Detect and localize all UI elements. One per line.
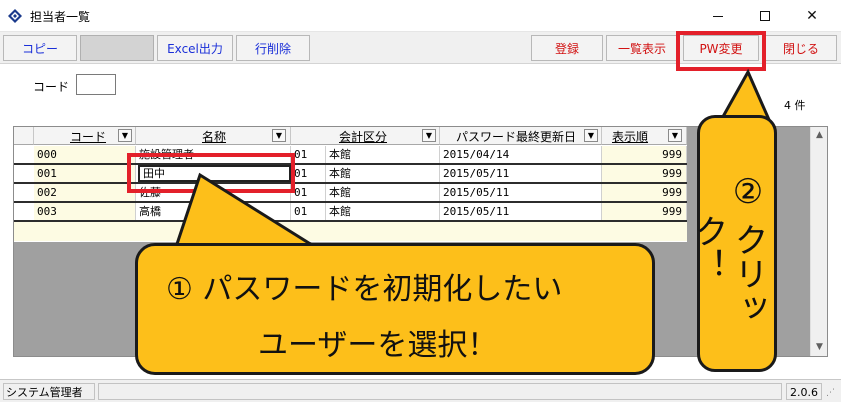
code-label: コード — [33, 80, 70, 94]
cell-kbn-name[interactable]: 本館 — [326, 203, 440, 220]
cell-kbn-code[interactable]: 01 — [291, 165, 326, 182]
cell-name[interactable]: 高橋 — [136, 203, 291, 220]
cell-code[interactable]: 001 — [34, 165, 136, 182]
close-window-button[interactable]: ✕ — [789, 0, 835, 32]
minimize-icon — [713, 15, 723, 17]
resize-grip-icon[interactable]: ⋰ — [826, 388, 838, 400]
register-button[interactable]: 登録 — [531, 35, 603, 61]
row-highlight — [127, 153, 295, 193]
callout-step2: ② クリック！ — [688, 115, 777, 372]
cell-date[interactable]: 2015/05/11 — [440, 165, 602, 182]
cell-code[interactable]: 000 — [34, 146, 136, 163]
blank-button[interactable] — [80, 35, 154, 61]
minimize-button[interactable] — [695, 0, 741, 32]
version-label: 2.0.6 — [786, 383, 822, 400]
callout-step1-line2: ユーザーを選択！ — [258, 328, 498, 363]
chevron-down-icon[interactable]: ▼ — [584, 129, 598, 142]
cell-date[interactable]: 2015/05/11 — [440, 184, 602, 201]
cell-order[interactable]: 999 — [602, 184, 687, 201]
status-user: システム管理者 — [3, 383, 95, 400]
chevron-down-icon[interactable]: ▼ — [422, 129, 436, 142]
col-header-name[interactable]: 名称 ▼ — [136, 127, 291, 145]
callout-step1-line1: ① パスワードを初期化したい — [166, 272, 563, 307]
pw-button-highlight — [676, 31, 766, 71]
cell-order[interactable]: 999 — [602, 165, 687, 182]
status-message — [98, 383, 782, 400]
col-header-kbn[interactable]: 会計区分 ▼ — [291, 127, 440, 145]
cell-kbn-code[interactable]: 01 — [291, 184, 326, 201]
cell-code[interactable]: 002 — [34, 184, 136, 201]
record-count: 4 件 — [784, 99, 806, 112]
callout-step2-text: ② クリック！ — [688, 171, 768, 325]
new-row[interactable] — [14, 222, 687, 241]
col-label-order: 表示順 — [612, 130, 649, 144]
col-label-name: 名称 — [202, 130, 227, 144]
vertical-scrollbar[interactable]: ▲ ▼ — [810, 127, 827, 356]
delete-row-button[interactable]: 行削除 — [236, 35, 310, 61]
maximize-button[interactable] — [742, 0, 788, 32]
code-input[interactable] — [76, 74, 116, 95]
cell-kbn-code[interactable]: 01 — [291, 203, 326, 220]
chevron-down-icon[interactable]: ▼ — [118, 129, 132, 142]
cell-kbn-name[interactable]: 本館 — [326, 165, 440, 182]
chevron-down-icon[interactable]: ▼ — [668, 129, 682, 142]
cell-kbn-name[interactable]: 本館 — [326, 146, 440, 163]
col-header-code[interactable]: コード ▼ — [34, 127, 136, 145]
maximize-icon — [760, 11, 770, 21]
table-row[interactable]: 002 佐藤 01 本館 2015/05/11 999 — [14, 184, 687, 203]
title-bar: 担当者一覧 ✕ — [0, 0, 841, 32]
col-label-code: コード — [70, 130, 107, 144]
close-button[interactable]: 閉じる — [765, 35, 837, 61]
cell-date[interactable]: 2015/05/11 — [440, 203, 602, 220]
excel-export-button[interactable]: Excel出力 — [157, 35, 233, 61]
status-bar: システム管理者 2.0.6 ⋰ — [0, 379, 841, 402]
table-row[interactable]: 001 田中 01 本館 2015/05/11 999 — [14, 165, 687, 184]
grid-body: コード ▼ 名称 ▼ 会計区分 ▼ パスワード最終更新日 ▼ 表示順 ▼ 000… — [14, 127, 687, 242]
callout-step1: ① パスワードを初期化したい ユーザーを選択！ — [135, 243, 655, 375]
col-label-date: パスワード最終更新日 — [456, 130, 577, 144]
list-view-button[interactable]: 一覧表示 — [606, 35, 678, 61]
close-icon: ✕ — [806, 8, 818, 24]
scroll-down-icon[interactable]: ▼ — [811, 339, 828, 356]
cell-kbn-name[interactable]: 本館 — [326, 184, 440, 201]
app-diamond-icon — [8, 9, 22, 23]
row-header-corner — [14, 127, 34, 145]
col-label-kbn: 会計区分 — [339, 130, 388, 144]
cell-date[interactable]: 2015/04/14 — [440, 146, 602, 163]
table-row[interactable]: 000 施設管理者 01 本館 2015/04/14 999 — [14, 146, 687, 165]
scroll-up-icon[interactable]: ▲ — [811, 127, 828, 144]
col-header-order[interactable]: 表示順 ▼ — [602, 127, 687, 145]
cell-order[interactable]: 999 — [602, 146, 687, 163]
cell-kbn-code[interactable]: 01 — [291, 146, 326, 163]
copy-button[interactable]: コピー — [3, 35, 77, 61]
chevron-down-icon[interactable]: ▼ — [272, 129, 286, 142]
col-header-date[interactable]: パスワード最終更新日 ▼ — [440, 127, 602, 145]
cell-code[interactable]: 003 — [34, 203, 136, 220]
table-row[interactable]: 003 高橋 01 本館 2015/05/11 999 — [14, 203, 687, 222]
window-title: 担当者一覧 — [30, 10, 91, 24]
cell-order[interactable]: 999 — [602, 203, 687, 220]
